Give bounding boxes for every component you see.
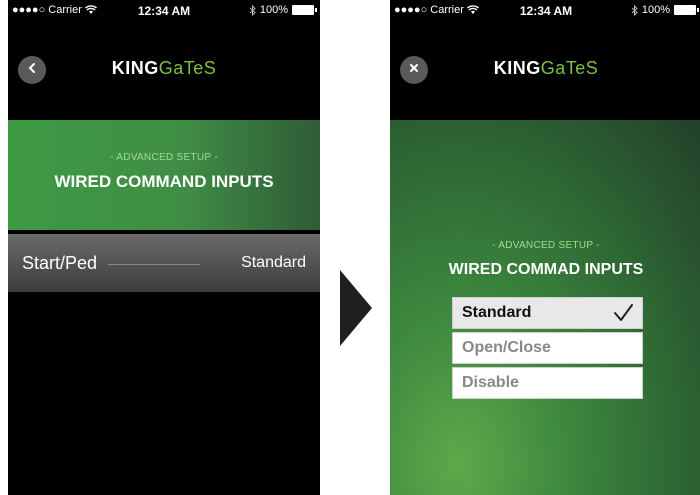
status-bar: ●●●●○ Carrier 12:34 AM 100% [8,0,320,22]
start-ped-setting-row[interactable]: Start/Ped Standard [8,234,320,292]
battery-percent: 100% [259,4,288,16]
battery-icon [674,5,699,15]
play-arrow-icon [340,270,372,346]
left-phone-screen: ●●●●○ Carrier 12:34 AM 100% KINGGaTeS - … [8,0,320,495]
option-label: Open/Close [462,339,551,356]
divider [108,264,200,265]
options-list: Standard Open/Close Disable [452,297,643,402]
checkmark-icon [612,302,634,329]
option-open-close[interactable]: Open/Close [452,332,643,364]
section-subtitle: - ADVANCED SETUP - [492,240,600,251]
section-title: WIRED COMMAD INPUTS [448,261,644,278]
battery-percent: 100% [641,4,670,16]
kinggates-logo: KINGGaTeS [111,58,217,78]
status-bar: ●●●●○ Carrier 12:34 AM 100% [390,0,700,22]
nav-bar: KINGGaTeS [390,22,700,118]
banner-title: WIRED COMMAND INPUTS [54,172,274,191]
kinggates-logo: KINGGaTeS [493,58,599,78]
option-standard[interactable]: Standard [452,297,643,329]
option-label: Standard [462,304,532,321]
setting-label: Start/Ped [22,253,98,273]
nav-bar: KINGGaTeS [8,22,320,118]
battery-icon [292,5,317,15]
setting-value: Standard [241,254,306,271]
right-phone-screen: ●●●●○ Carrier 12:34 AM 100% KINGGaTeS - … [390,0,700,495]
banner-subtitle: - ADVANCED SETUP - [110,152,218,163]
bluetooth-icon [631,4,638,16]
option-disable[interactable]: Disable [452,367,643,399]
option-label: Disable [462,374,519,391]
bluetooth-icon [249,4,256,16]
section-banner: - ADVANCED SETUP - WIRED COMMAND INPUTS [8,120,320,230]
